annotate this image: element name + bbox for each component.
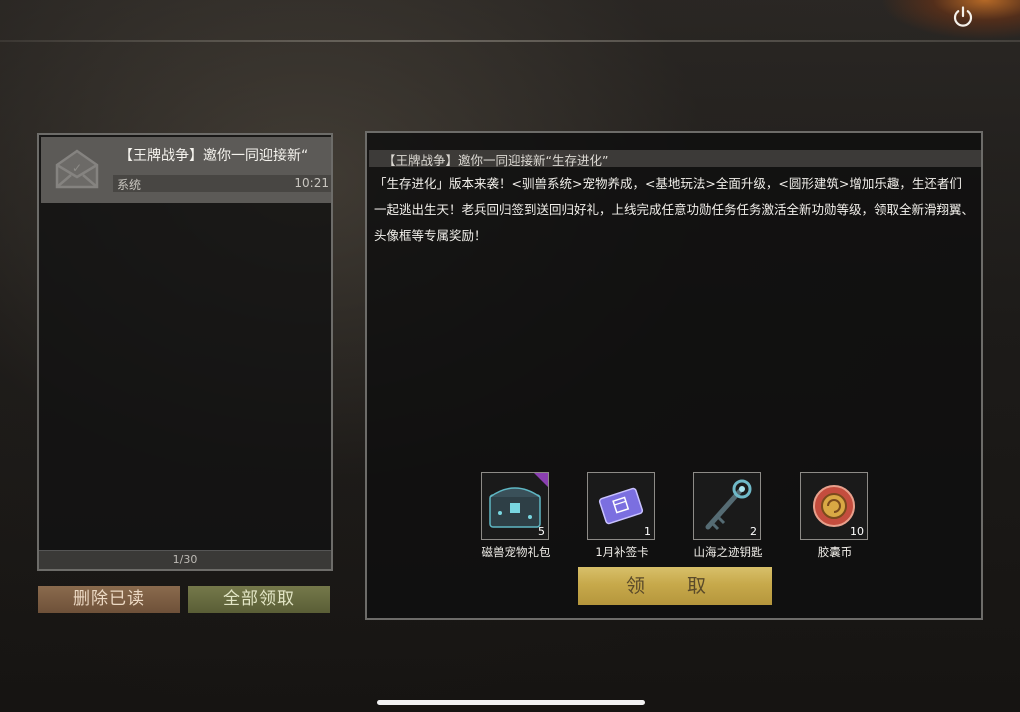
reward-frame[interactable]: 10 [800, 472, 868, 540]
top-divider [0, 40, 1020, 42]
svg-text:✓: ✓ [72, 161, 82, 175]
reward-qty: 1 [644, 525, 651, 538]
reward-frame[interactable]: 5 [481, 472, 549, 540]
reward-qty: 10 [850, 525, 864, 538]
claim-all-button[interactable]: 全部领取 [188, 586, 330, 613]
mail-item-meta: 系统 10:21 [113, 175, 331, 192]
reward-item[interactable]: 1 1月补签卡 [587, 472, 657, 560]
reward-list: 5 磁兽宠物礼包 1 1月补签卡 2 山海之迹钥匙 10 胶囊币 [367, 472, 981, 562]
detail-title-bar: 【王牌战争】邀你一同迎接新“生存进化” [369, 150, 981, 168]
home-indicator[interactable] [377, 700, 645, 705]
reward-item[interactable]: 5 磁兽宠物礼包 [481, 472, 551, 560]
mail-list-panel[interactable]: ✓ 【王牌战争】邀你一同迎接新“ 系统 10:21 1/30 [37, 133, 333, 571]
reward-item[interactable]: 10 胶囊币 [800, 472, 870, 560]
detail-title: 【王牌战争】邀你一同迎接新“生存进化” [383, 153, 609, 168]
mail-detail-panel: 【王牌战争】邀你一同迎接新“生存进化” 「生存进化」版本来袭！<驯兽系统>宠物养… [365, 131, 983, 620]
power-button[interactable] [946, 2, 980, 32]
mail-list-item[interactable]: ✓ 【王牌战争】邀你一同迎接新“ 系统 10:21 [41, 137, 331, 203]
rarity-corner [534, 473, 548, 487]
claim-button[interactable]: 领 取 [578, 567, 772, 605]
reward-name: 1月补签卡 [595, 545, 649, 559]
page-indicator: 1/30 [172, 553, 198, 566]
reward-name: 磁兽宠物礼包 [481, 545, 551, 559]
mail-item-title: 【王牌战争】邀你一同迎接新“ [119, 148, 309, 164]
detail-body: 「生存进化」版本来袭！<驯兽系统>宠物养成，<基地玩法>全面升级，<圆形建筑>增… [374, 176, 975, 243]
reward-item[interactable]: 2 山海之迹钥匙 [693, 472, 763, 560]
reward-qty: 5 [538, 525, 545, 538]
delete-read-button[interactable]: 删除已读 [38, 586, 180, 613]
reward-frame[interactable]: 1 [587, 472, 655, 540]
reward-name: 山海之迹钥匙 [693, 545, 763, 559]
envelope-icon: ✓ [55, 149, 99, 189]
mail-item-sender: 系统 [117, 178, 142, 192]
reward-name: 胶囊币 [817, 545, 853, 559]
reward-qty: 2 [750, 525, 757, 538]
reward-frame[interactable]: 2 [693, 472, 761, 540]
list-footer: 1/30 [39, 550, 331, 569]
power-icon [953, 6, 973, 27]
mail-item-time: 10:21 [294, 176, 329, 190]
